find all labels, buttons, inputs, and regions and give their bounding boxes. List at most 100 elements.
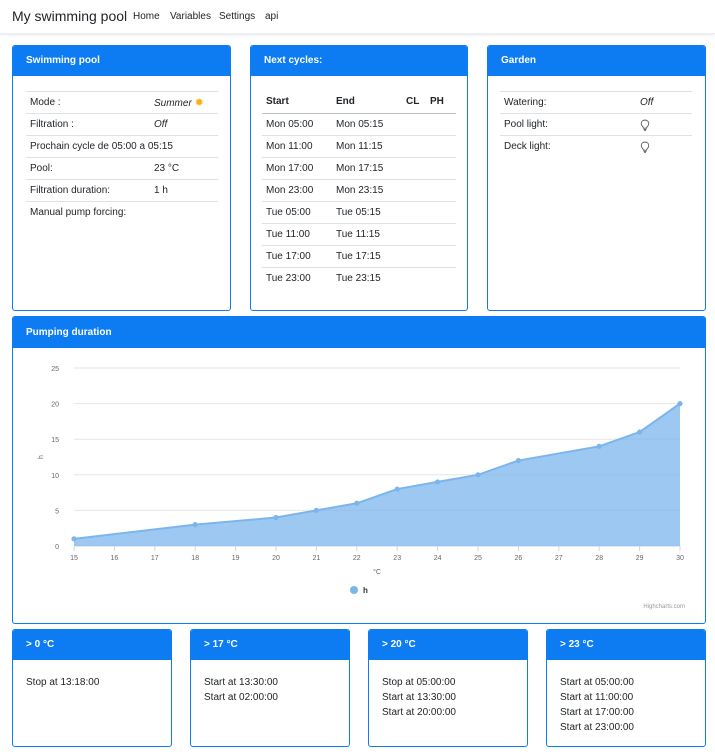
data-point [435, 479, 441, 485]
mode-value: Summer [154, 98, 192, 109]
data-point [677, 401, 683, 407]
pool-card: Swimming pool Mode : Summer ✹ Filtration… [12, 45, 231, 311]
chart-credits: Highcharts.com [643, 604, 685, 610]
mode-label: Mode : [26, 91, 150, 114]
y-tick-label: 5 [55, 508, 59, 515]
nav-api[interactable]: api [265, 11, 278, 22]
range-line: Start at 13:30:00 [204, 677, 278, 688]
data-point [515, 457, 521, 464]
range-card-1: > 17 °C Start at 13:30:00 Start at 02:00… [190, 629, 350, 747]
y-tick-label: 10 [51, 473, 59, 480]
cycle-start: Mon 23:00 [262, 178, 332, 201]
y-tick-label: 0 [55, 544, 59, 551]
range-line: Start at 13:30:00 [382, 692, 456, 703]
range-card-0: > 0 °C Stop at 13:18:00 [12, 629, 172, 747]
data-point [596, 443, 602, 449]
x-tick-label: 22 [353, 555, 361, 562]
x-tick-label: 18 [191, 555, 199, 562]
x-tick-label: 29 [636, 555, 644, 562]
nav-settings[interactable]: Settings [219, 11, 255, 22]
table-row: Tue 11:00 Tue 11:15 [262, 222, 456, 245]
table-row: Mon 11:00 Mon 11:15 [262, 134, 456, 157]
range-card-3: > 23 °C Start at 05:00:00 Start at 11:00… [546, 629, 706, 747]
watering-value[interactable]: Off [636, 91, 692, 114]
mode-value-cell: Summer ✹ [150, 91, 218, 114]
x-tick-label: 21 [313, 555, 321, 562]
cycles-card: Next cycles: Start End CL PH Mon 05:00 Mo… [250, 45, 468, 311]
x-tick-label: 30 [676, 555, 684, 562]
pool-light-label: Pool light: [500, 113, 636, 136]
col-ph: PH [426, 91, 456, 114]
pool-table: Mode : Summer ✹ Filtration : Off Prochai… [26, 91, 218, 224]
x-tick-label: 24 [434, 555, 442, 562]
brand-title[interactable]: My swimming pool [12, 8, 127, 24]
pool-card-header: Swimming pool [13, 46, 230, 76]
cycle-end: Tue 23:15 [332, 266, 402, 289]
data-point [475, 472, 481, 478]
x-tick-label: 17 [151, 555, 159, 562]
deck-light-label: Deck light: [500, 135, 636, 158]
filtration-label: Filtration : [26, 113, 150, 136]
range-line: Start at 17:00:00 [560, 707, 634, 718]
cycle-start: Mon 11:00 [262, 134, 332, 157]
range-card-header: > 23 °C [547, 630, 705, 660]
next-cycle-text: Prochain cycle de 05:00 a 05:15 [26, 135, 218, 158]
filtration-duration-value: 1 h [150, 179, 218, 202]
deck-light-icon[interactable] [640, 141, 650, 153]
filtration-value: Off [150, 113, 218, 136]
x-tick-label: 23 [393, 555, 401, 562]
nav-home[interactable]: Home [133, 11, 160, 22]
col-end: End [332, 91, 402, 114]
y-axis-title: h [38, 455, 45, 459]
garden-table: Watering: Off Pool light: Deck light: [500, 91, 692, 158]
cycle-start: Mon 05:00 [266, 118, 314, 130]
col-start: Start [262, 91, 332, 114]
x-tick-label: 27 [555, 555, 563, 562]
data-point [273, 514, 279, 521]
garden-card: Garden Watering: Off Pool light: Deck li… [487, 45, 706, 311]
cycle-start: Mon 17:00 [262, 156, 332, 179]
table-row: Mon 05:00 Mon 05:15 [262, 113, 456, 135]
garden-card-header: Garden [488, 46, 705, 76]
data-point [394, 486, 400, 492]
range-line: Start at 02:00:00 [204, 692, 278, 703]
x-tick-label: 19 [232, 555, 240, 562]
range-line: Start at 20:00:00 [382, 707, 456, 718]
range-line: Stop at 13:18:00 [26, 677, 100, 688]
range-line: Start at 23:00:00 [560, 722, 634, 733]
cycle-end: Mon 17:15 [332, 156, 402, 179]
navbar: My swimming pool Home Variables Settings… [0, 0, 715, 34]
cycle-start: Tue 17:00 [262, 244, 332, 267]
pumping-duration-chart: 0 5 10 15 20 25 15 16 17 18 19 20 21 22 23 24 25 26 27 28 29… [38, 366, 685, 610]
chart-card-header: Pumping duration [13, 317, 705, 348]
cycle-end: Tue 05:15 [332, 200, 402, 223]
x-axis-title: °C [373, 568, 381, 576]
nav-variables[interactable]: Variables [170, 11, 211, 22]
data-point [637, 429, 643, 435]
cycle-start: Tue 11:00 [262, 222, 332, 245]
pool-temp-label: Pool: [26, 157, 150, 180]
x-tick-label: 26 [515, 555, 523, 562]
cycles-card-header: Next cycles: [251, 46, 467, 76]
y-tick-label: 15 [51, 437, 59, 444]
col-cl: CL [402, 91, 426, 114]
range-card-header: > 17 °C [191, 630, 349, 660]
cycles-table: Start End CL PH Mon 05:00 Mon 05:15 Mon 1… [262, 91, 456, 289]
table-row: Tue 23:00 Tue 23:15 [262, 266, 456, 289]
filtration-duration-label: Filtration duration: [26, 179, 150, 202]
x-tick-label: 15 [70, 555, 78, 562]
range-line: Start at 05:00:00 [560, 677, 634, 688]
range-card-header: > 0 °C [13, 630, 171, 660]
range-line: Start at 11:00:00 [560, 692, 634, 703]
pool-light-icon[interactable] [640, 119, 650, 131]
pool-light-cell [636, 113, 692, 136]
cycle-end: Mon 05:15 [336, 118, 384, 130]
range-card-2: > 20 °C Stop at 05:00:00 Start at 13:30:… [368, 629, 528, 747]
y-tick-label: 25 [51, 366, 59, 373]
range-line: Stop at 05:00:00 [382, 677, 456, 688]
table-row: Mon 17:00 Mon 17:15 [262, 156, 456, 179]
table-row: Tue 17:00 Tue 17:15 [262, 244, 456, 267]
deck-light-cell [636, 135, 692, 158]
cycle-start: Tue 05:00 [262, 200, 332, 223]
sun-icon: ✹ [194, 97, 204, 109]
